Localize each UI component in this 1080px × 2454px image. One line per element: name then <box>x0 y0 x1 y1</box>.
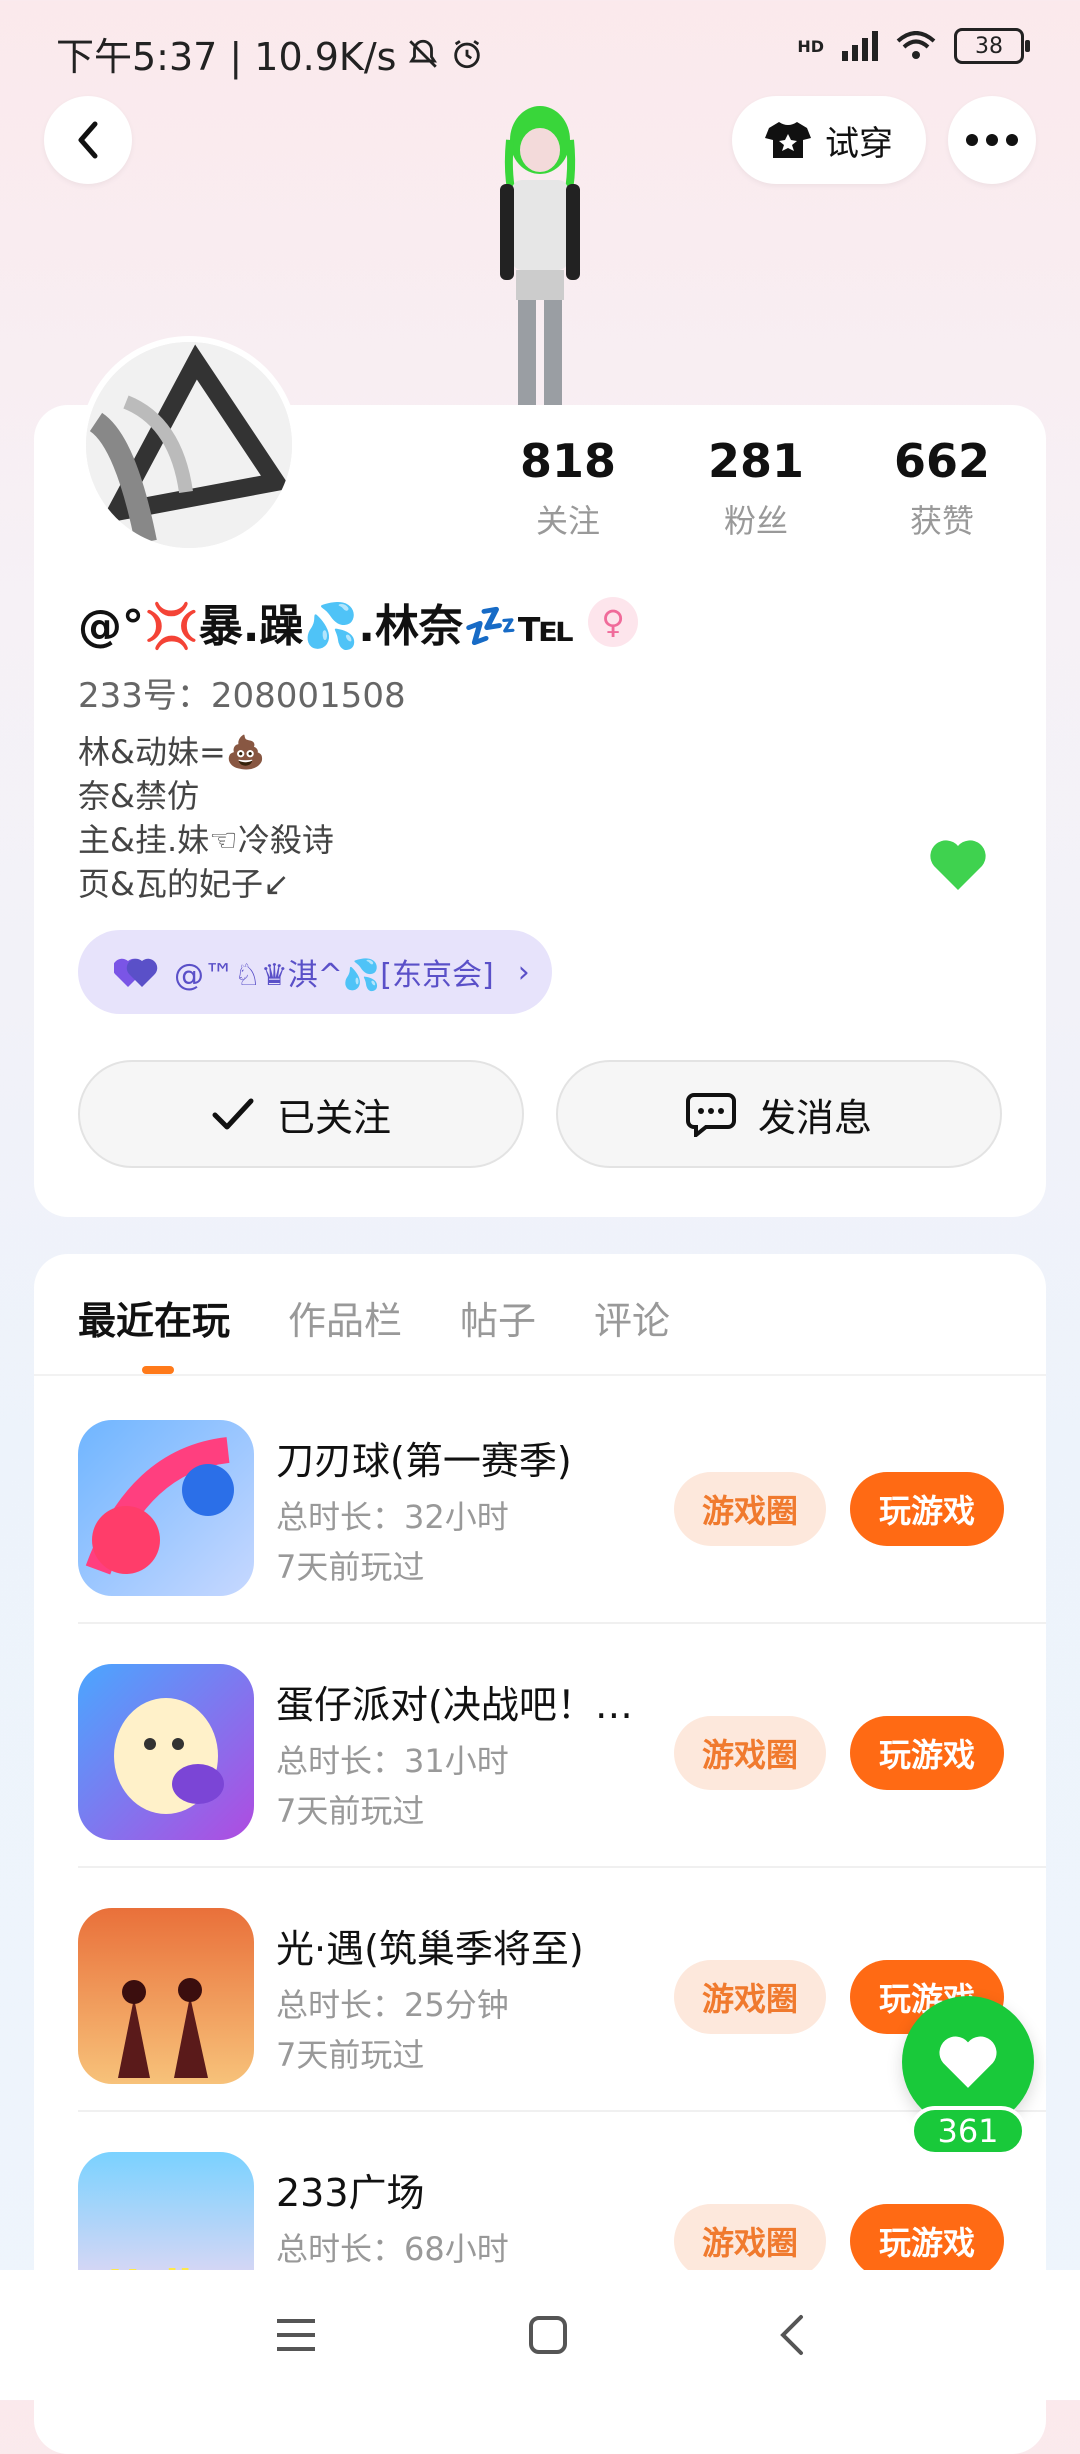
back-arrow-icon <box>78 121 98 159</box>
message-button[interactable]: 发消息 <box>556 1060 1002 1168</box>
play-game-button[interactable]: 玩游戏 <box>850 2204 1004 2278</box>
game-title: 蛋仔派对(决战吧！… <box>276 1683 633 1727</box>
tabs-divider <box>34 1374 1046 1376</box>
game-duration: 总时长：32小时 <box>276 1498 509 1536</box>
home-icon[interactable] <box>528 2315 568 2355</box>
back-icon[interactable] <box>779 2314 805 2356</box>
shirt-icon <box>765 122 811 158</box>
green-heart-icon[interactable] <box>928 838 988 892</box>
status-time-speed: 下午5:37 | 10.9K/s <box>56 35 397 79</box>
network-hd-label: HD <box>797 36 824 56</box>
stat-fans[interactable]: 281 粉丝 <box>676 434 836 542</box>
chat-bubble-icon <box>685 1093 736 1137</box>
more-button[interactable] <box>948 96 1036 184</box>
club-name: @™♘♛淇^💦[东京会] <box>174 958 494 993</box>
back-button[interactable] <box>44 96 132 184</box>
bio-line: 页&瓦的妃子↙ <box>78 865 290 903</box>
stat-fans-label: 粉丝 <box>723 502 788 540</box>
game-duration: 总时长：68小时 <box>276 2230 509 2268</box>
game-duration: 总时长：25分钟 <box>276 1986 509 2024</box>
bio-line: 主&挂.妹☜冷殺诗 <box>78 821 334 859</box>
bio-line: 林&动妹=💩 <box>78 733 266 771</box>
status-bar-right: HD 38 <box>797 28 1030 64</box>
follow-button[interactable]: 已关注 <box>78 1060 524 1168</box>
play-game-button[interactable]: 玩游戏 <box>850 1472 1004 1546</box>
game-circle-button[interactable]: 游戏圈 <box>674 2204 826 2278</box>
follow-label: 已关注 <box>276 1095 391 1140</box>
avatar[interactable] <box>80 336 298 554</box>
like-count-badge: 361 <box>910 2106 1026 2156</box>
game-title: 刀刃球(第一赛季) <box>276 1439 572 1483</box>
signal-icon <box>842 31 878 61</box>
check-icon <box>212 1098 254 1130</box>
gender-female-icon: ♀ <box>588 597 639 647</box>
wifi-icon <box>896 31 936 59</box>
stat-likes-label: 获赞 <box>909 502 974 540</box>
tab-active-indicator <box>142 1366 174 1374</box>
game-icon-sky <box>78 1908 254 2084</box>
game-title: 233广场 <box>276 2171 425 2215</box>
status-bar-left: 下午5:37 | 10.9K/s <box>56 26 484 81</box>
chevron-right-icon: › <box>517 954 530 990</box>
tab-recent-played[interactable]: 最近在玩 <box>78 1290 230 1345</box>
stat-likes[interactable]: 662 获赞 <box>862 434 1022 542</box>
battery-icon: 38 <box>954 28 1030 64</box>
profile-tabs: 最近在玩 作品栏 帖子 评论 <box>78 1290 670 1345</box>
mute-bell-icon <box>409 39 438 68</box>
menu-icon[interactable] <box>275 2317 317 2353</box>
play-game-button[interactable]: 玩游戏 <box>850 1716 1004 1790</box>
game-icon-blade-ball <box>78 1420 254 1596</box>
more-dots-icon <box>966 134 1018 146</box>
game-last-played: 7天前玩过 <box>276 2036 425 2074</box>
message-label: 发消息 <box>757 1095 872 1140</box>
alarm-icon <box>454 39 481 68</box>
white-heart-icon <box>939 2036 997 2088</box>
game-row[interactable]: 蛋仔派对(决战吧！… 总时长：31小时 7天前玩过 游戏圈 玩游戏 <box>78 1624 1046 1868</box>
purple-heart-icon <box>114 958 158 987</box>
game-row[interactable]: 光·遇(筑巢季将至) 总时长：25分钟 7天前玩过 游戏圈 玩游戏 <box>78 1868 1046 2112</box>
avatar-image <box>86 342 292 548</box>
game-icon-eggy-party <box>78 1664 254 1840</box>
bio-line: 奈&禁仿 <box>78 777 199 815</box>
game-circle-button[interactable]: 游戏圈 <box>674 1960 826 2034</box>
try-on-label: 试穿 <box>825 123 893 164</box>
stat-following[interactable]: 818 关注 <box>488 434 648 542</box>
game-last-played: 7天前玩过 <box>276 1792 425 1830</box>
system-nav-bar <box>0 2270 1080 2400</box>
game-row[interactable]: 刀刃球(第一赛季) 总时长：32小时 7天前玩过 游戏圈 玩游戏 <box>78 1380 1046 1624</box>
try-on-button[interactable]: 试穿 <box>732 96 926 184</box>
battery-level: 38 <box>975 33 1003 59</box>
game-circle-button[interactable]: 游戏圈 <box>674 1716 826 1790</box>
user-name: @°💢暴.躁💦.林奈💤℡ <box>78 601 575 652</box>
game-title: 光·遇(筑巢季将至) <box>276 1927 584 1971</box>
stat-fans-value: 281 <box>707 434 805 488</box>
user-name-row: @°💢暴.躁💦.林奈💤℡ ♀ <box>78 590 639 654</box>
club-badge[interactable]: @™♘♛淇^💦[东京会] › <box>78 930 552 1014</box>
tab-works[interactable]: 作品栏 <box>288 1290 402 1345</box>
user-bio: 林&动妹=💩 奈&禁仿 主&挂.妹☜冷殺诗 页&瓦的妃子↙ <box>78 730 334 906</box>
stat-following-value: 818 <box>519 434 617 488</box>
game-duration: 总时长：31小时 <box>276 1742 509 1780</box>
game-circle-button[interactable]: 游戏圈 <box>674 1472 826 1546</box>
avatar-character-image[interactable] <box>460 100 620 405</box>
tab-posts[interactable]: 帖子 <box>460 1290 536 1345</box>
tab-comments[interactable]: 评论 <box>594 1290 670 1345</box>
stat-following-label: 关注 <box>535 502 600 540</box>
user-id: 233号：208001508 <box>78 676 406 716</box>
game-last-played: 7天前玩过 <box>276 1548 425 1586</box>
stat-likes-value: 662 <box>893 434 991 488</box>
